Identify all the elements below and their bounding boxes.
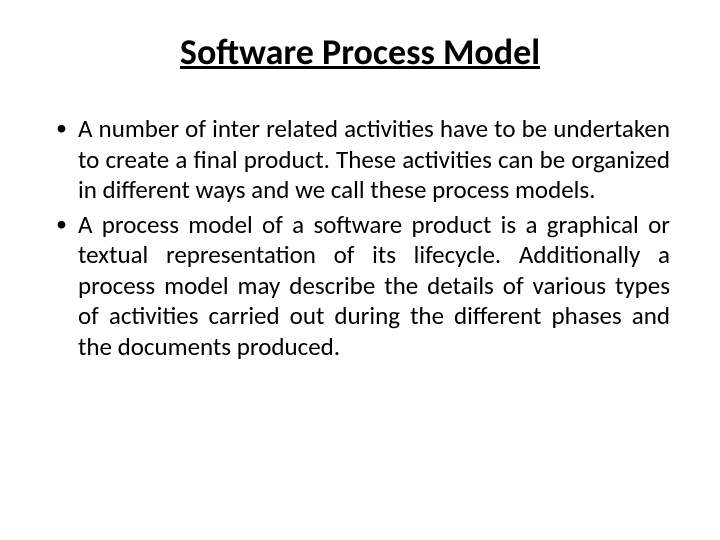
list-item: A number of inter related activities hav…	[50, 114, 670, 206]
list-item: A process model of a software product is…	[50, 210, 670, 363]
page-title: Software Process Model	[50, 30, 670, 74]
bullet-list: A number of inter related activities hav…	[50, 114, 670, 362]
